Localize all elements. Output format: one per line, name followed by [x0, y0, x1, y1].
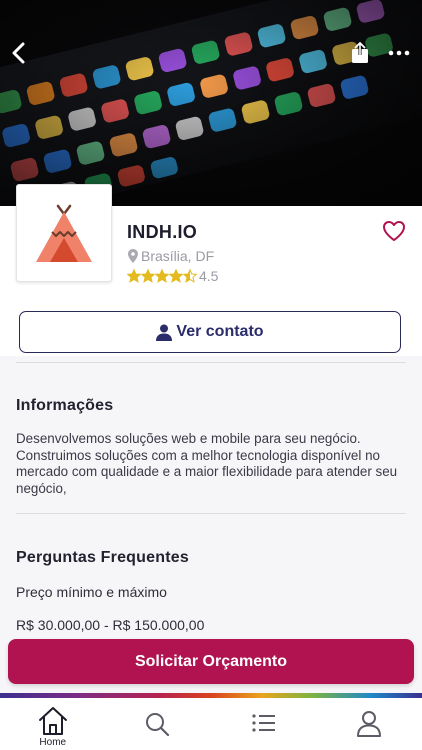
divider [16, 513, 406, 514]
favorite-button[interactable] [382, 220, 406, 244]
rating-value: 4.5 [199, 268, 219, 284]
tab-list[interactable] [211, 698, 317, 750]
company-name: INDH.IO [127, 222, 198, 242]
more-horizontal-icon [388, 50, 410, 56]
tab-profile[interactable] [317, 698, 422, 750]
home-icon [38, 707, 67, 735]
star-full-icon [141, 269, 155, 283]
bottom-tab-bar: Home [0, 698, 422, 750]
search-icon [146, 713, 170, 737]
person-icon [156, 324, 173, 341]
teepee-logo-icon [36, 204, 92, 262]
cover-photo [0, 0, 422, 206]
faq-question: Preço mínimo e máximo [16, 584, 167, 600]
tab-search[interactable] [106, 698, 212, 750]
company-logo [16, 184, 112, 282]
star-full-icon [155, 269, 169, 283]
share-button[interactable] [343, 36, 377, 70]
tab-home[interactable]: Home [0, 698, 106, 750]
info-description: Desenvolvemos soluções web e mobile para… [16, 431, 398, 496]
tab-home-label: Home [39, 737, 67, 748]
heart-outline-icon [383, 221, 405, 241]
view-contact-label: Ver contato [176, 323, 264, 340]
request-quote-button[interactable]: Solicitar Orçamento [8, 639, 414, 684]
map-pin-icon [128, 249, 138, 263]
chevron-left-icon [12, 42, 25, 64]
view-contact-button[interactable]: Ver contato [19, 311, 401, 353]
star-half-icon [183, 269, 197, 283]
rating-stars [127, 269, 197, 283]
info-section-title: Informações [16, 397, 114, 414]
request-quote-label: Solicitar Orçamento [134, 652, 288, 670]
more-button[interactable] [382, 36, 416, 70]
user-icon [357, 711, 382, 737]
company-rating: 4.5 [127, 268, 218, 284]
star-full-icon [127, 269, 141, 283]
star-full-icon [169, 269, 183, 283]
share-icon [352, 42, 368, 63]
faq-answer: R$ 30.000,00 - R$ 150.000,00 [16, 617, 205, 633]
location-text: Brasília, DF [141, 248, 215, 264]
back-button[interactable] [2, 36, 36, 70]
list-icon [252, 714, 275, 732]
company-location: Brasília, DF [128, 248, 214, 264]
divider [16, 362, 406, 363]
faq-section-title: Perguntas Frequentes [16, 549, 189, 566]
